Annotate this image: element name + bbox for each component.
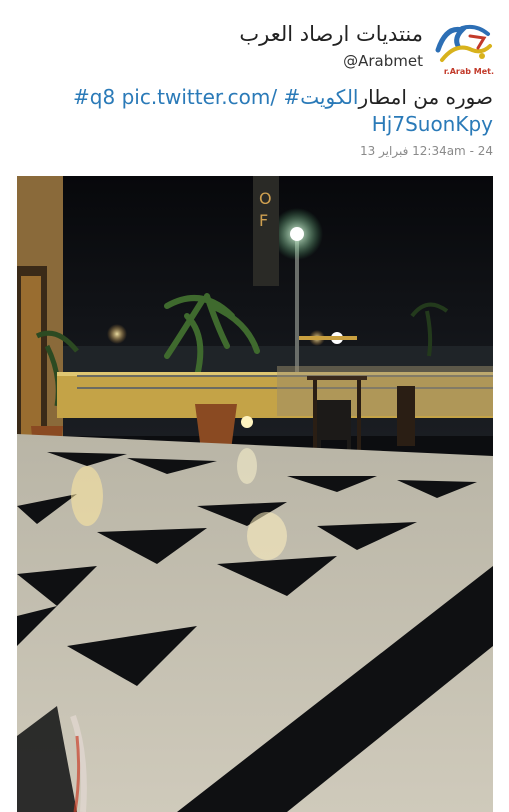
display-name[interactable]: منتديات ارصاد العرب <box>239 22 423 46</box>
tweet-card[interactable]: r.Arab Met. منتديات ارصاد العرب @Arabmet… <box>0 0 509 812</box>
tweet-text-line-1: #q8 pic.twitter.com/ #الكويتصوره من امطا… <box>53 84 493 111</box>
tweet-text: #q8 pic.twitter.com/ #الكويتصوره من امطا… <box>53 84 493 138</box>
timestamp[interactable]: 24 - 12:34am فبراير 13 <box>360 144 493 158</box>
tweet-photo[interactable]: O F <box>17 176 493 812</box>
svg-text:F: F <box>259 211 268 230</box>
tweet-text-prefix: صوره من امطار <box>358 85 493 109</box>
rainy-terrace-photo: O F <box>17 176 493 812</box>
user-handle[interactable]: @Arabmet <box>343 52 423 70</box>
avatar-caption: r.Arab Met. <box>443 67 494 76</box>
svg-text:O: O <box>259 189 272 208</box>
tweet-links[interactable]: #q8 pic.twitter.com/ #الكويت <box>73 85 358 109</box>
tweet-link-suffix[interactable]: Hj7SuonKpy <box>53 111 493 138</box>
arab-met-logo-icon <box>435 24 492 62</box>
avatar[interactable]: r.Arab Met. <box>432 20 494 76</box>
